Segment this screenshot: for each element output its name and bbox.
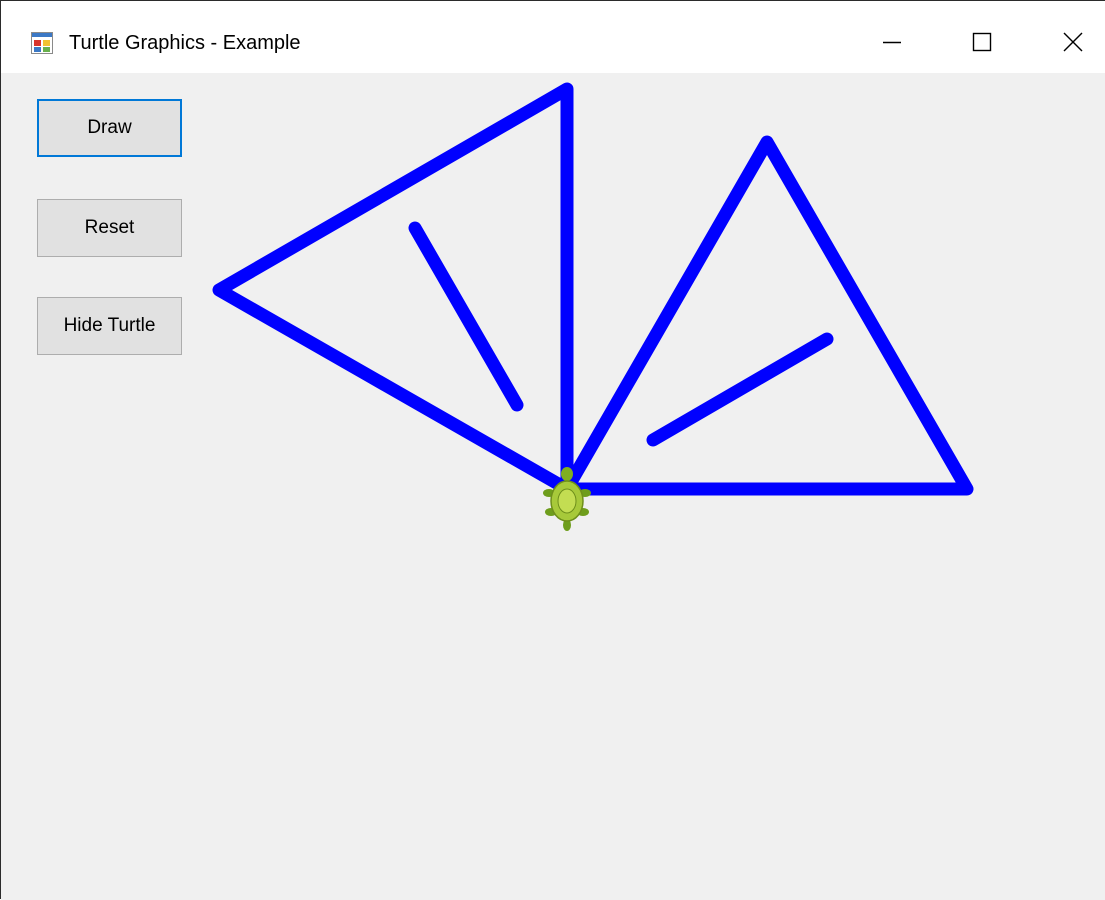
title-bar[interactable]: Turtle Graphics - Example xyxy=(1,1,1105,73)
app-window: Turtle Graphics - Example Draw Reset Hid… xyxy=(0,0,1105,900)
draw-button[interactable]: Draw xyxy=(37,99,182,157)
maximize-button[interactable] xyxy=(953,17,1011,67)
maximize-icon xyxy=(972,32,992,52)
form-client-area: Draw Reset Hide Turtle xyxy=(1,73,1105,900)
left-triangle-stroke xyxy=(212,82,574,496)
minimize-button[interactable] xyxy=(863,17,921,67)
close-button[interactable] xyxy=(1044,17,1102,67)
drawing-canvas xyxy=(212,82,974,531)
close-icon xyxy=(1063,32,1083,52)
window-title: Turtle Graphics - Example xyxy=(69,32,301,54)
hide-turtle-button[interactable]: Hide Turtle xyxy=(37,297,182,355)
right-inner-stroke xyxy=(646,332,834,447)
minimize-icon xyxy=(883,41,901,44)
reset-button[interactable]: Reset xyxy=(37,199,182,257)
left-inner-stroke xyxy=(408,221,524,412)
turtle-path xyxy=(212,82,974,496)
app-form-icon xyxy=(31,32,53,54)
right-triangle-stroke xyxy=(560,135,974,496)
